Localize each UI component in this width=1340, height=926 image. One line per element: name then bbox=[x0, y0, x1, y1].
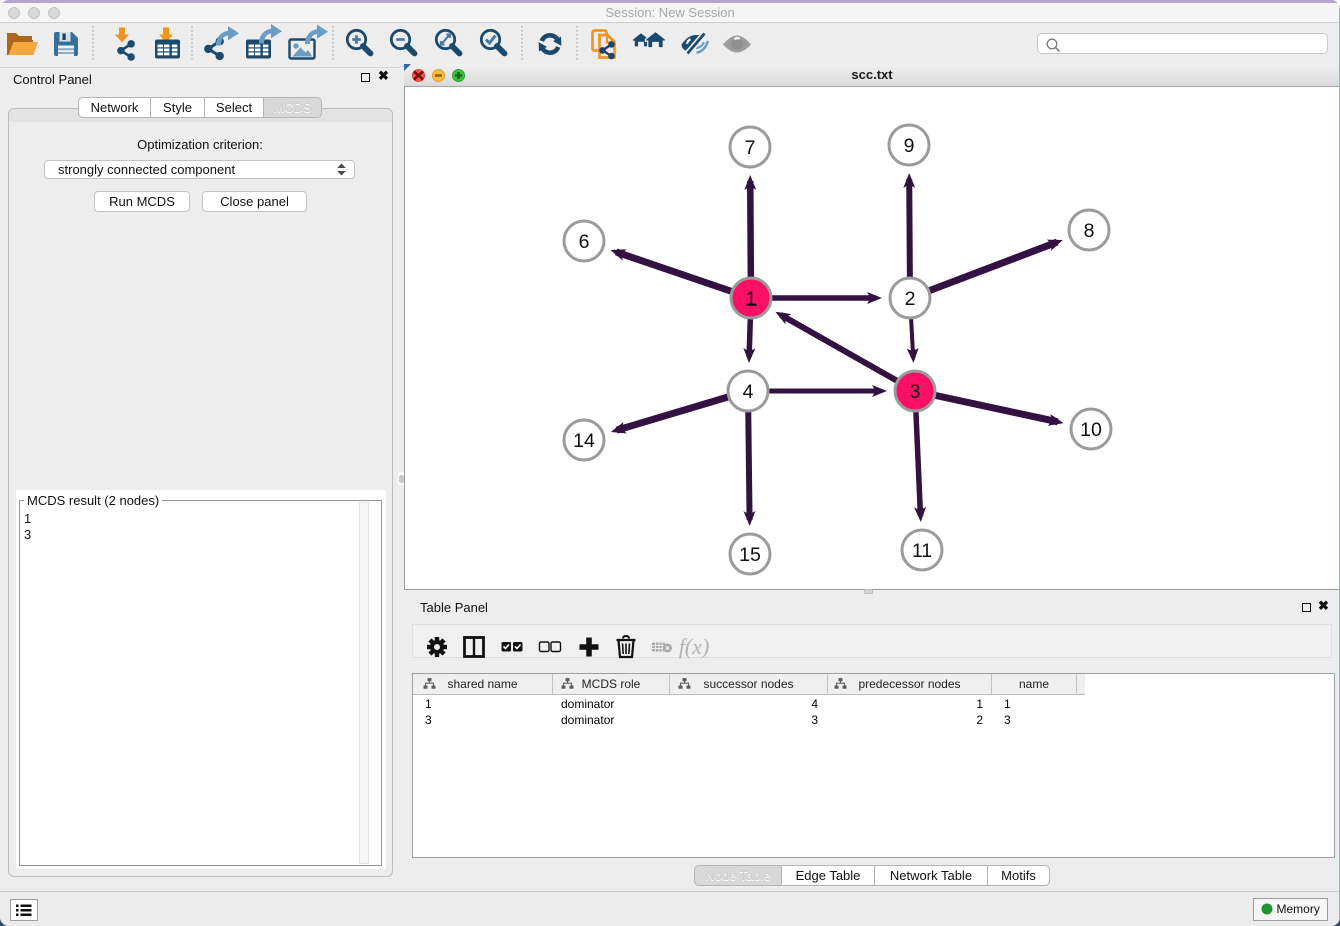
svg-text:11: 11 bbox=[912, 540, 932, 562]
svg-text:2: 2 bbox=[905, 288, 916, 310]
svg-text:4: 4 bbox=[743, 381, 754, 403]
svg-text:8: 8 bbox=[1084, 220, 1095, 242]
svg-text:9: 9 bbox=[904, 135, 915, 157]
svg-text:7: 7 bbox=[745, 137, 756, 159]
svg-text:f(x): f(x) bbox=[679, 634, 710, 659]
svg-text:14: 14 bbox=[573, 430, 595, 452]
svg-text:10: 10 bbox=[1080, 419, 1102, 441]
svg-text:15: 15 bbox=[739, 544, 761, 566]
svg-text:6: 6 bbox=[579, 231, 590, 253]
svg-text:1: 1 bbox=[746, 288, 757, 310]
svg-text:3: 3 bbox=[910, 381, 921, 403]
